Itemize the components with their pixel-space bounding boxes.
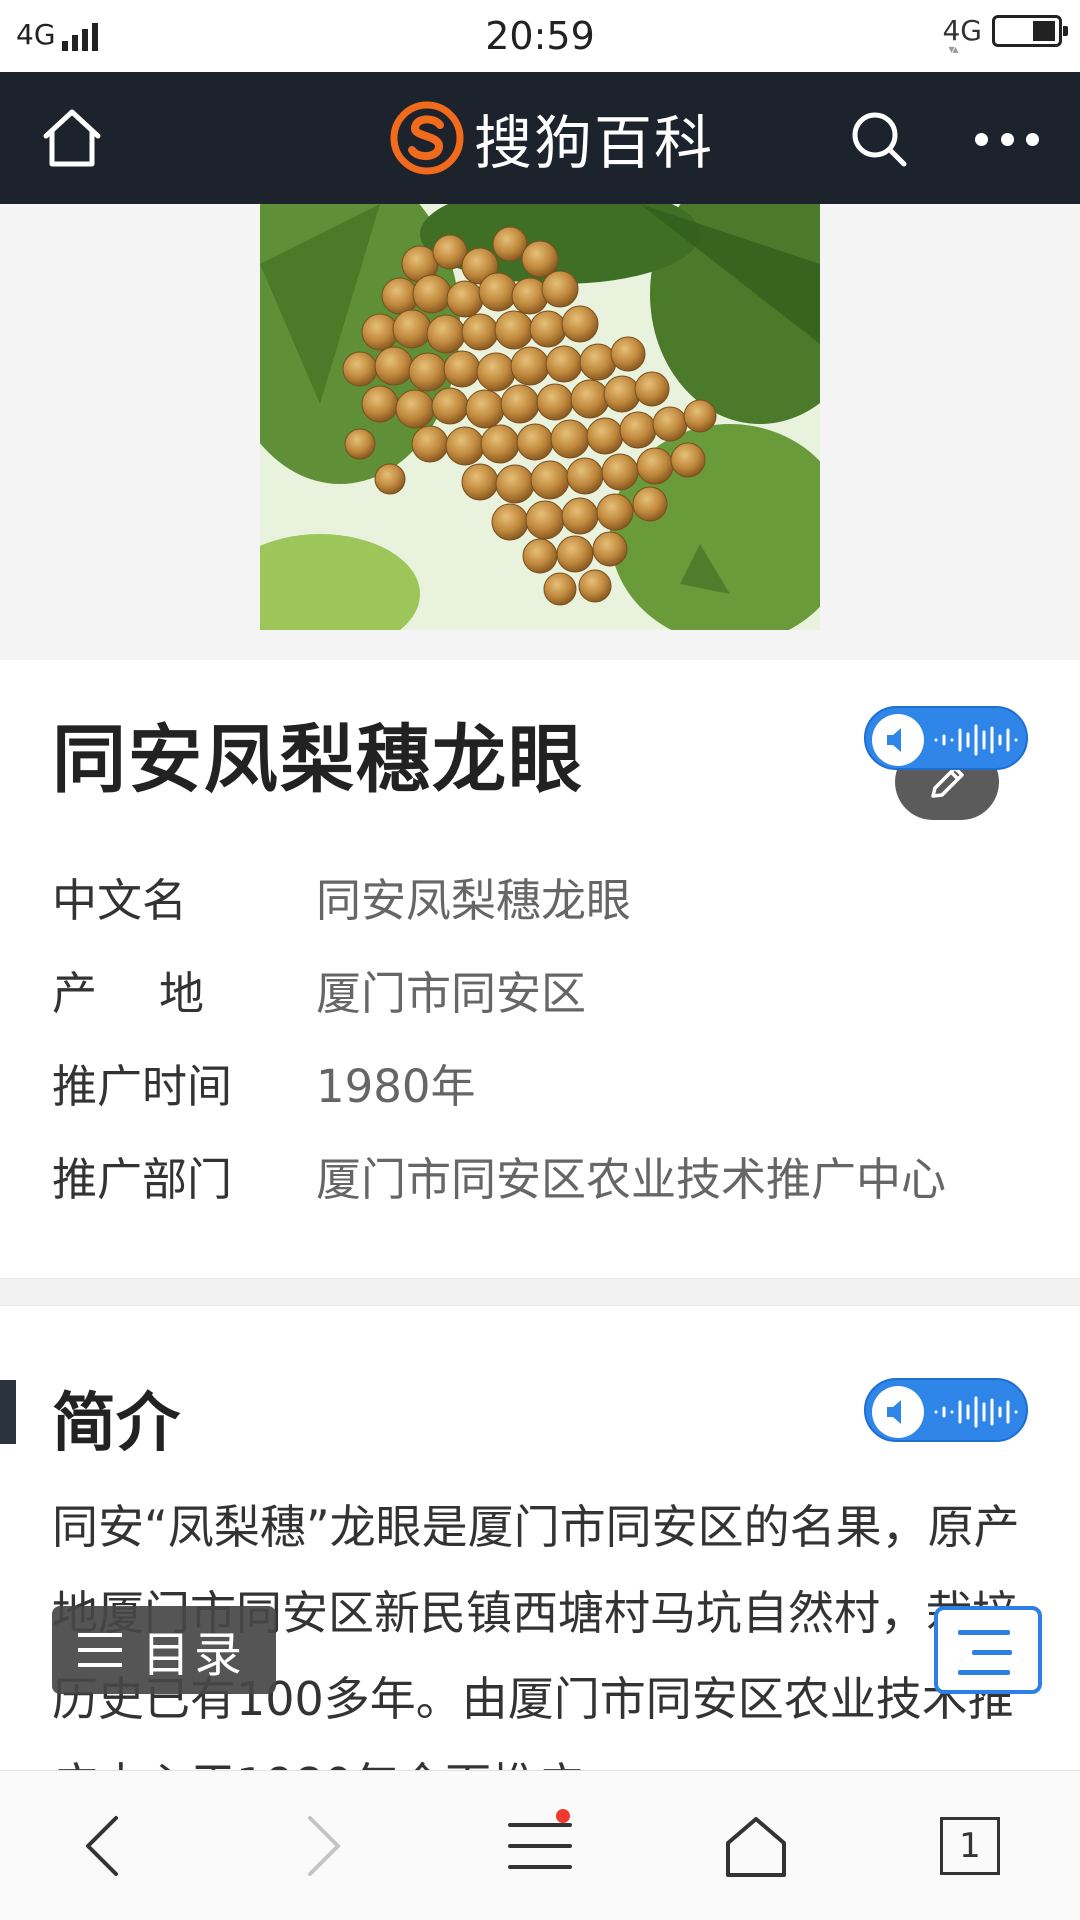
info-label: 推广部门 <box>52 1153 233 1206</box>
info-value: 1980年 <box>316 1060 476 1113</box>
sound-wave-icon <box>934 1396 1018 1428</box>
menu-icon <box>508 1823 572 1869</box>
info-row: 中文名 同安凤梨穗龙眼 <box>52 850 1052 943</box>
forward-arrow-icon <box>308 1816 340 1876</box>
menu-button[interactable] <box>480 1771 600 1920</box>
info-row: 产地 厦门市同安区 <box>52 943 1052 1036</box>
status-bar: 4G 20:59 4G <box>0 0 1080 72</box>
longan-image[interactable] <box>260 204 820 630</box>
notification-dot <box>556 1809 570 1823</box>
search-icon[interactable] <box>848 108 910 170</box>
logo-text: 搜狗百科 <box>474 109 715 177</box>
listen-section-button[interactable] <box>864 1378 1028 1442</box>
forward-button[interactable] <box>264 1771 384 1920</box>
sound-wave-icon <box>934 724 1018 756</box>
speaker-icon <box>872 714 924 766</box>
tabs-button[interactable]: 1 <box>910 1771 1030 1920</box>
outline-button[interactable] <box>934 1606 1042 1694</box>
info-label: 中文名 <box>52 874 188 927</box>
page-title: 同安凤梨穗龙眼 <box>52 717 584 803</box>
section-divider <box>0 1278 1080 1306</box>
top-nav: 搜狗百科 <box>0 72 1080 204</box>
home-button[interactable] <box>696 1771 816 1920</box>
info-value: 厦门市同安区 <box>316 967 587 1020</box>
back-button[interactable] <box>42 1771 162 1920</box>
info-label: 推广时间 <box>52 1060 233 1113</box>
info-row: 推广时间 1980年 <box>52 1036 1052 1129</box>
info-label: 产地 <box>52 967 267 1020</box>
sogou-baike-logo[interactable]: 搜狗百科 <box>390 100 714 177</box>
info-value: 厦门市同安区农业技术推广中心 <box>316 1153 947 1206</box>
listen-title-button[interactable] <box>864 706 1028 770</box>
browser-bottom-bar: 1 <box>0 1770 1080 1920</box>
tab-count: 1 <box>940 1817 1000 1875</box>
info-box: 中文名 同安凤梨穗龙眼 产地 厦门市同安区 推广时间 1980年 推广部门 厦门… <box>52 850 1052 1222</box>
section-title: 简介 <box>52 1387 180 1461</box>
toc-label: 目录 <box>142 1627 247 1683</box>
network-type-right: 4G <box>942 14 982 56</box>
hero-section <box>0 204 1080 820</box>
status-right: 4G <box>942 14 1068 56</box>
list-icon <box>78 1633 122 1667</box>
info-value: 同安凤梨穗龙眼 <box>316 874 632 927</box>
more-icon[interactable] <box>975 124 1039 154</box>
section-marker <box>0 1380 16 1444</box>
home-icon[interactable] <box>40 106 104 170</box>
clock: 20:59 <box>485 14 595 58</box>
sogou-logo-icon <box>390 101 464 175</box>
info-row: 推广部门 厦门市同安区农业技术推广中心 <box>52 1129 1052 1222</box>
toc-button[interactable]: 目录 <box>52 1606 276 1694</box>
battery-icon <box>992 14 1068 47</box>
home-icon <box>726 1817 786 1877</box>
back-arrow-icon <box>86 1816 118 1876</box>
speaker-icon <box>872 1386 924 1438</box>
